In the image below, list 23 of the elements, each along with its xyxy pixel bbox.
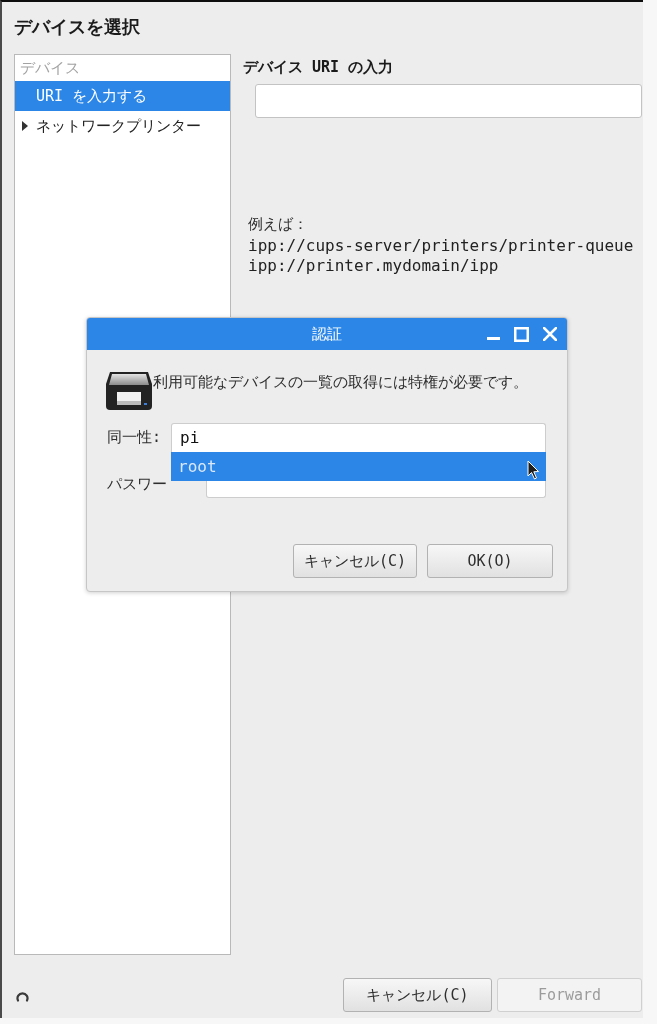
example-uri: ipp://cups-server/printers/printer-queue [248, 236, 634, 256]
list-header: デバイス [19, 58, 80, 79]
window-title: デバイスを選択 [14, 15, 140, 39]
expander-icon[interactable] [22, 121, 28, 131]
message-text: 利用可能なデバイスの一覧の取得には特権が必要です。 [153, 372, 528, 392]
mouse-pointer-icon [527, 460, 540, 480]
printer-icon [105, 370, 153, 410]
ok-button[interactable]: OK(O) [427, 544, 553, 578]
cancel-button[interactable]: キャンセル(C) [343, 978, 492, 1012]
identity-input-field[interactable]: pi [171, 423, 546, 452]
uri-input-field[interactable] [255, 84, 642, 118]
identity-label: 同一性: [107, 428, 162, 447]
maximize-icon[interactable] [514, 326, 529, 342]
list-item[interactable]: URI を入力する [15, 81, 230, 111]
dialog-title: 認証 [312, 324, 342, 344]
close-icon[interactable] [543, 327, 557, 341]
list-item[interactable]: ネットワークプリンター [15, 111, 230, 141]
section-heading: デバイス URI の入力 [243, 57, 394, 77]
cancel-button[interactable]: キャンセル(C) [293, 544, 417, 578]
password-input-field[interactable] [206, 481, 546, 498]
example-uri: ipp://printer.mydomain/ipp [248, 256, 499, 276]
password-label: パスワー [107, 474, 167, 495]
example-label: 例えば： [248, 214, 308, 235]
